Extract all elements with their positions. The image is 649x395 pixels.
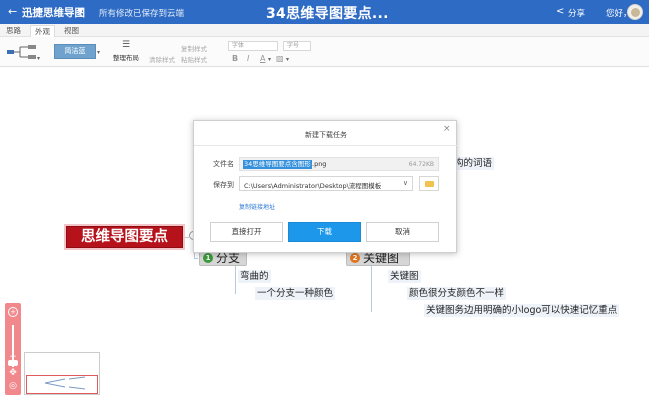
branch-label: 分支 xyxy=(216,251,241,265)
title-bar: ← 迅捷思维导图 ▼ 所有修改已保存到云端 34思维导图要点... < 分享 您… xyxy=(0,0,649,24)
branch-label: 关键图 xyxy=(363,251,400,265)
organize-icon: ☰ xyxy=(121,40,131,50)
download-dialog: 新建下载任务 × 文件名 34思维导图要点含图形 .png 64.72KB 保存… xyxy=(193,120,458,253)
mindmap-layout-icon xyxy=(7,45,36,59)
topic-partial[interactable]: 构的词语 xyxy=(452,157,495,170)
chevron-down-icon[interactable]: ▾ xyxy=(268,56,271,63)
back-arrow-icon[interactable]: ← xyxy=(8,5,17,18)
toolbar: ▾ 简洁蓝 ▾ ☰ 整理布局 清除样式 复制样式 粘贴样式 字体 字号 B I … xyxy=(0,37,649,67)
organize-layout-label: 整理布局 xyxy=(113,54,139,62)
open-directly-button[interactable]: 直接打开 xyxy=(210,222,283,242)
tab-appearance[interactable]: 外观 xyxy=(30,25,55,37)
app-name-menu[interactable]: 迅捷思维导图 xyxy=(22,5,85,20)
bold-button[interactable]: B xyxy=(232,54,238,63)
connector-line xyxy=(235,266,236,294)
minimap[interactable] xyxy=(24,352,100,395)
theme-button[interactable]: 简洁蓝 xyxy=(54,44,96,59)
zoom-out-icon[interactable]: − xyxy=(8,353,18,363)
save-path-value: C:\Users\Administrator\Desktop\流程图模板 xyxy=(244,182,382,190)
priority-1-icon: 1 xyxy=(203,253,213,263)
zoom-panel: + − ✥ ◎ xyxy=(5,303,21,395)
download-button[interactable]: 下载 xyxy=(288,222,361,242)
chevron-down-icon[interactable]: ▼ xyxy=(78,7,83,15)
filename-field[interactable]: 34思维导图要点含图形 .png 64.72KB xyxy=(239,157,439,171)
font-family-select[interactable]: 字体 xyxy=(228,41,278,51)
central-topic[interactable]: 思维导图要点 xyxy=(66,226,183,248)
chevron-down-icon[interactable]: ▾ xyxy=(97,49,100,56)
chevron-down-icon[interactable]: ▾ xyxy=(37,55,40,62)
fill-color-button[interactable]: ▨ xyxy=(276,54,284,63)
connector-line xyxy=(183,237,189,238)
layout-button[interactable]: ▾ xyxy=(6,43,40,62)
tab-view[interactable]: 视图 xyxy=(60,25,83,37)
italic-button[interactable]: I xyxy=(247,54,249,63)
font-size-select[interactable]: 字号 xyxy=(283,41,311,51)
subtopic[interactable]: 关键图务边用明确的小logo可以快速记忆重点 xyxy=(424,304,620,317)
document-title[interactable]: 34思维导图要点... xyxy=(266,3,389,23)
copy-style-button[interactable]: 复制样式 xyxy=(181,43,207,53)
subtopic[interactable]: 颜色很分支颜色不一样 xyxy=(407,287,507,300)
divider xyxy=(194,145,458,146)
chevron-down-icon[interactable]: ∨ xyxy=(403,179,408,187)
priority-2-icon: 2 xyxy=(350,253,360,263)
move-icon[interactable]: ✥ xyxy=(8,369,18,379)
paste-style-button[interactable]: 粘贴样式 xyxy=(181,54,207,64)
file-size: 64.72KB xyxy=(408,161,434,168)
cancel-button[interactable]: 取消 xyxy=(366,222,439,242)
save-path-select[interactable]: C:\Users\Administrator\Desktop\流程图模板 ∨ xyxy=(239,176,413,191)
subtopic[interactable]: 弯曲的 xyxy=(238,270,271,283)
filename-label: 文件名 xyxy=(213,160,234,168)
share-icon[interactable]: < xyxy=(556,6,564,17)
minimap-viewport[interactable] xyxy=(26,375,98,394)
organize-layout-button[interactable]: ☰ 整理布局 xyxy=(111,40,141,64)
save-status: 所有修改已保存到云端 xyxy=(99,9,185,19)
browse-folder-button[interactable] xyxy=(419,176,439,191)
folder-icon xyxy=(425,181,434,187)
dialog-title: 新建下载任务 xyxy=(305,131,347,139)
tab-idea[interactable]: 思路 xyxy=(2,25,25,37)
subtopic[interactable]: 一个分支一种颜色 xyxy=(255,287,336,300)
text-color-button[interactable]: A xyxy=(260,54,265,63)
clear-style-button[interactable]: 清除样式 xyxy=(149,54,175,64)
save-to-label: 保存到 xyxy=(213,181,234,189)
zoom-in-icon[interactable]: + xyxy=(8,307,18,317)
filename-extension: .png xyxy=(312,160,327,168)
avatar-image xyxy=(631,8,640,17)
subtopic[interactable]: 关键图 xyxy=(388,270,421,283)
connector-line xyxy=(194,258,198,259)
filename-selected-text: 34思维导图要点含图形 xyxy=(243,160,312,169)
share-button[interactable]: 分享 xyxy=(568,7,585,19)
copy-link-button[interactable]: 复制链接地址 xyxy=(239,202,275,211)
fit-view-icon[interactable]: ◎ xyxy=(8,382,18,392)
menu-bar: 思路 外观 视图 xyxy=(0,24,649,37)
connector-line xyxy=(371,266,372,312)
chevron-down-icon[interactable]: ▾ xyxy=(286,56,289,63)
close-icon[interactable]: × xyxy=(443,124,451,134)
avatar[interactable] xyxy=(627,4,643,20)
